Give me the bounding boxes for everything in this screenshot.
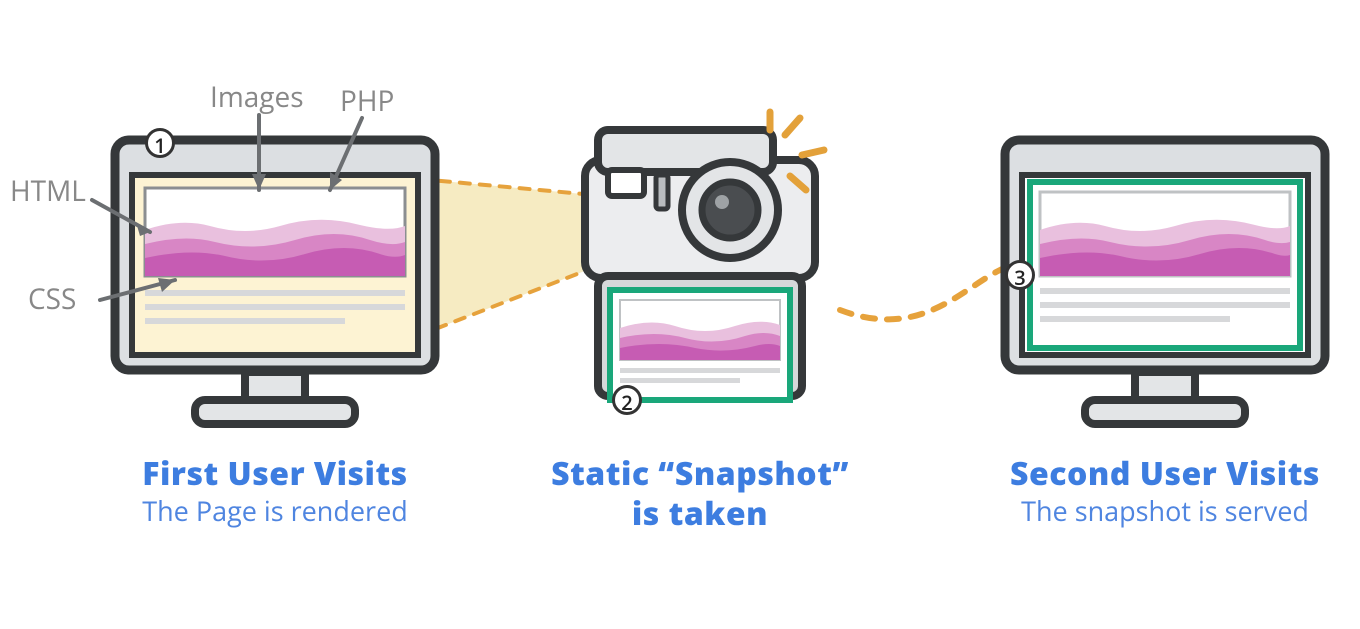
- badge-3: 3: [1005, 260, 1035, 290]
- label-css: CSS: [28, 280, 76, 318]
- monitor-2-hero: [1040, 192, 1290, 276]
- badge-2: 2: [612, 385, 642, 415]
- diagram-stage: { "labels": { "html": "HTML", "images": …: [0, 0, 1360, 629]
- step3-sub: The snapshot is served: [1000, 492, 1330, 529]
- step2-title-l2: is taken: [535, 492, 865, 535]
- monitor-2: [1005, 140, 1325, 424]
- badge-1: 1: [145, 128, 175, 158]
- monitor-1-hero: [145, 188, 405, 276]
- label-php: PHP: [340, 82, 394, 120]
- label-images: Images: [210, 78, 304, 116]
- step2-title-l1: Static “Snapshot”: [535, 452, 865, 495]
- label-html: HTML: [10, 172, 86, 210]
- camera: [585, 112, 824, 400]
- polaroid-photo: [610, 290, 790, 400]
- step3-title: Second User Visits: [1000, 452, 1330, 495]
- step1-sub: The Page is rendered: [110, 492, 440, 529]
- step1-title: First User Visits: [110, 452, 440, 495]
